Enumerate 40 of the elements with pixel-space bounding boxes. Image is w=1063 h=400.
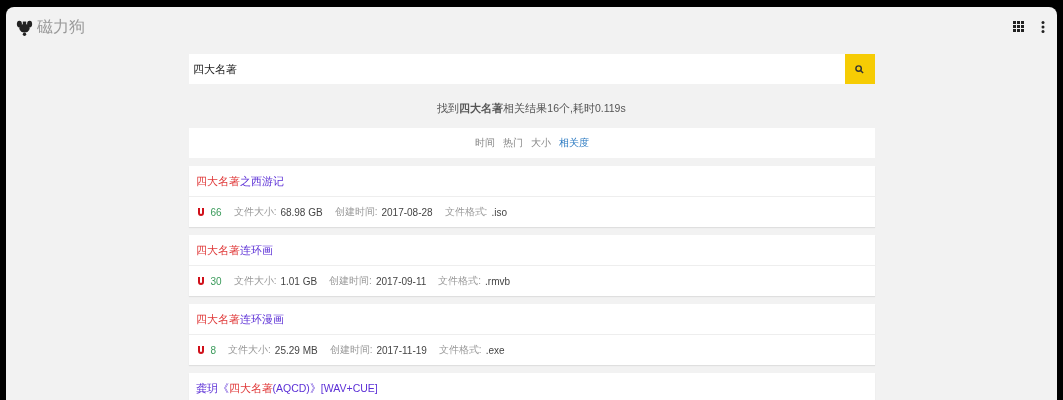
- date-label: 创建时间:: [329, 274, 372, 288]
- date-value: 2017-08-28: [381, 206, 433, 218]
- result-title-link[interactable]: 四大名著连环画: [188, 235, 875, 265]
- magnet-icon: [196, 207, 205, 217]
- magnet-icon: [196, 276, 205, 286]
- search-icon: [855, 64, 864, 74]
- size-value: 1.01 GB: [280, 275, 318, 287]
- date-label: 创建时间:: [329, 343, 373, 357]
- results-summary: 找到四大名著相关结果16个,耗时0.119s: [436, 102, 627, 116]
- paw-logo-icon: [16, 18, 33, 36]
- sort-link[interactable]: 相关度: [558, 136, 589, 150]
- sort-link[interactable]: 时间: [474, 136, 495, 150]
- size-label: 文件大小:: [228, 343, 271, 357]
- format-label: 文件格式:: [438, 343, 482, 357]
- date-value: 2017-11-19: [376, 344, 427, 356]
- site-name: 磁力狗: [37, 16, 85, 37]
- heat-count: 8: [210, 344, 217, 356]
- sort-link[interactable]: 热门: [502, 136, 523, 150]
- format-value: .rmvb: [485, 275, 511, 287]
- format-label: 文件格式:: [444, 205, 488, 219]
- apps-grid-icon[interactable]: [1013, 21, 1025, 33]
- format-value: .exe: [485, 344, 505, 356]
- date-label: 创建时间:: [334, 205, 378, 219]
- format-label: 文件格式:: [438, 274, 482, 288]
- sort-link[interactable]: 大小: [530, 136, 551, 150]
- heat-count: 66: [210, 206, 222, 218]
- size-value: 68.98 GB: [280, 206, 323, 218]
- more-menu-icon[interactable]: [1041, 21, 1045, 33]
- result-title-link[interactable]: 龚玥《四大名著(AQCD)》[WAV+CUE]: [188, 373, 875, 400]
- size-label: 文件大小:: [233, 205, 277, 219]
- search-field[interactable]: 四大名著: [188, 54, 845, 84]
- date-value: 2017-09-11: [375, 275, 427, 287]
- format-value: .iso: [491, 206, 507, 218]
- heat-count: 30: [210, 275, 222, 287]
- size-value: 25.29 MB: [274, 344, 318, 356]
- search-button[interactable]: [844, 54, 875, 84]
- result-title-link[interactable]: 四大名著之西游记: [188, 166, 875, 196]
- size-label: 文件大小:: [233, 274, 277, 288]
- magnet-icon: [196, 345, 205, 355]
- result-title-link[interactable]: 四大名著连环漫画: [188, 304, 875, 334]
